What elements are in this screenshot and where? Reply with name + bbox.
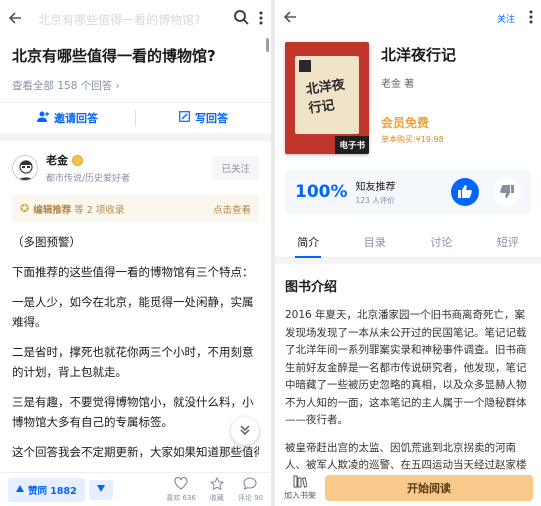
recommend-label: 编辑推荐 — [33, 204, 72, 216]
add-to-shelf-button[interactable]: 加入书架 — [283, 475, 317, 501]
book-header: 北洋夜行记 电子书 北洋夜行记 老金 著 会员免费 单本购买:¥19.98 — [275, 36, 541, 156]
collect-label: 收藏 — [209, 493, 224, 502]
intro-text: 2016 年夏天，北京潘家园一个旧书商离奇死亡，案发现场发现了一本从未公开过的民… — [275, 295, 541, 492]
collect-button[interactable]: 收藏 — [209, 476, 225, 503]
bottom-action-bar: 赞同 1882 喜欢 636 收藏 评论 90 — [0, 472, 271, 506]
ebook-tag: 电子书 — [335, 136, 369, 154]
top-bar: 关注 — [275, 0, 541, 36]
thumbs-down-icon — [500, 183, 514, 202]
bottom-action-bar: 加入书架 开始阅读 — [275, 470, 541, 506]
answer-paragraph: 三是有趣，不要觉得博物馆小，就没什么料，小博物馆大多有自己的专属标签。 — [12, 395, 254, 429]
like-button[interactable]: 喜欢 636 — [166, 476, 196, 503]
answer-paragraph: （多图预警） — [12, 235, 81, 249]
comment-button[interactable]: 评论 90 — [237, 476, 263, 503]
cover-stamp — [299, 60, 311, 72]
view-all-answers[interactable]: 查看全部 158 个回答 › — [0, 66, 271, 93]
answers-count-text: 查看全部 158 个回答 — [12, 80, 113, 92]
triangle-up-icon — [16, 484, 24, 495]
thumbs-up-icon — [458, 183, 472, 202]
answer-paragraph: 下面推荐的这些值得一看的博物馆有三个特点： — [12, 265, 254, 279]
scroll-down-button[interactable] — [231, 417, 259, 445]
heart-icon — [174, 476, 188, 493]
answer-paragraph: 这个回答我会不定期更新，大家如果知道那些值得一 — [12, 445, 259, 459]
not-recommend-button[interactable] — [493, 178, 521, 206]
book-info: 北洋夜行记 老金 著 会员免费 单本购买:¥19.98 — [369, 42, 456, 156]
single-price: 单本购买:¥19.98 — [381, 135, 444, 144]
recommend-sub: 等 2 项收录 — [74, 204, 125, 216]
book-pane: 关注 北洋夜行记 电子书 北洋夜行记 老金 著 会员免费 单本购买:¥19.98… — [275, 0, 541, 506]
scrollbar[interactable] — [266, 38, 269, 52]
answer-paragraph: 二是省时，撑死也就花你两三个小时，不用刻意的计划，背上包就走。 — [12, 345, 254, 379]
avatar[interactable] — [12, 155, 38, 181]
rating-percent: 100% — [295, 182, 348, 202]
like-label: 喜欢 636 — [166, 493, 196, 502]
tab-bar: 简介 目录 讨论 短评 — [275, 228, 541, 258]
comment-label: 评论 90 — [237, 493, 263, 502]
bookshelf-icon — [293, 475, 308, 490]
triangle-down-icon — [96, 484, 105, 495]
question-actions: 邀请回答 写回答 — [0, 103, 271, 133]
recommend-link[interactable]: 点击查看 — [213, 202, 251, 216]
chevron-right-icon: › — [115, 80, 120, 92]
back-arrow-icon[interactable] — [283, 9, 297, 28]
follow-link[interactable]: 关注 — [497, 12, 515, 25]
write-answer-button[interactable]: 写回答 — [136, 110, 271, 126]
author-name-text: 老金 — [46, 154, 68, 167]
search-icon[interactable] — [233, 9, 249, 29]
write-answer-label: 写回答 — [195, 112, 228, 125]
recommend-icon: ✪ — [20, 202, 30, 215]
cover-title: 北洋夜行记 — [305, 77, 346, 117]
member-free-label: 会员免费 — [381, 116, 430, 130]
book-cover[interactable]: 北洋夜行记 电子书 — [285, 42, 369, 154]
author-row: 老金 都市传说/历史爱好者 已关注 — [0, 141, 271, 185]
answer-paragraph: 一是人少，如今在北京，能觅得一处闲静，实属难得。 — [12, 295, 254, 329]
downvote-button[interactable] — [88, 479, 113, 500]
edit-icon — [179, 111, 190, 125]
editor-recommend-banner[interactable]: ✪ 编辑推荐 等 2 项收录 点击查看 — [12, 195, 259, 222]
faded-title: 北京有哪些值得一看的博物馆? — [38, 12, 201, 27]
tab-discussion[interactable]: 讨论 — [408, 228, 475, 257]
upvote-label: 赞同 1882 — [28, 485, 77, 497]
rating-label: 知友推荐 — [355, 182, 396, 193]
upvote-button[interactable]: 赞同 1882 — [8, 477, 85, 502]
more-vertical-icon[interactable] — [259, 10, 263, 29]
star-icon — [209, 476, 225, 493]
tab-intro[interactable]: 简介 — [275, 228, 342, 258]
author-badge-icon — [72, 154, 83, 166]
start-reading-button[interactable]: 开始阅读 — [325, 475, 533, 501]
tab-contents[interactable]: 目录 — [342, 228, 409, 257]
book-title: 北洋夜行记 — [381, 46, 457, 64]
add-to-shelf-label: 加入书架 — [284, 491, 316, 500]
rating-card: 100% 知友推荐 123 人评价 — [285, 170, 531, 214]
book-author[interactable]: 老金 著 — [381, 75, 456, 90]
section-divider — [0, 133, 271, 141]
invite-answer-button[interactable]: 邀请回答 — [0, 110, 135, 126]
double-chevron-down-icon — [239, 424, 251, 439]
top-bar: 北京有哪些值得一看的博物馆? — [0, 0, 271, 38]
question-title[interactable]: 北京有哪些值得一看的博物馆? — [0, 38, 271, 66]
tab-short-reviews[interactable]: 短评 — [475, 228, 541, 257]
comment-icon — [243, 476, 257, 493]
author-name[interactable]: 老金 — [46, 152, 212, 168]
follow-button[interactable]: 已关注 — [212, 156, 259, 180]
invite-user-icon — [37, 111, 49, 125]
answer-pane: 北京有哪些值得一看的博物馆? 北京有哪些值得一看的博物馆? 查看全部 158 个… — [0, 0, 271, 506]
more-vertical-icon[interactable] — [529, 9, 533, 28]
intro-paragraph: 2016 年夏天，北京潘家园一个旧书商离奇死亡，案发现场发现了一本从未公开过的民… — [285, 309, 527, 426]
author-description: 都市传说/历史爱好者 — [46, 174, 131, 184]
intro-heading: 图书介绍 — [285, 280, 338, 295]
rating-count: 123 人评价 — [355, 196, 395, 205]
back-arrow-icon[interactable] — [8, 10, 28, 29]
invite-answer-label: 邀请回答 — [54, 112, 98, 125]
recommend-button[interactable] — [451, 178, 479, 206]
